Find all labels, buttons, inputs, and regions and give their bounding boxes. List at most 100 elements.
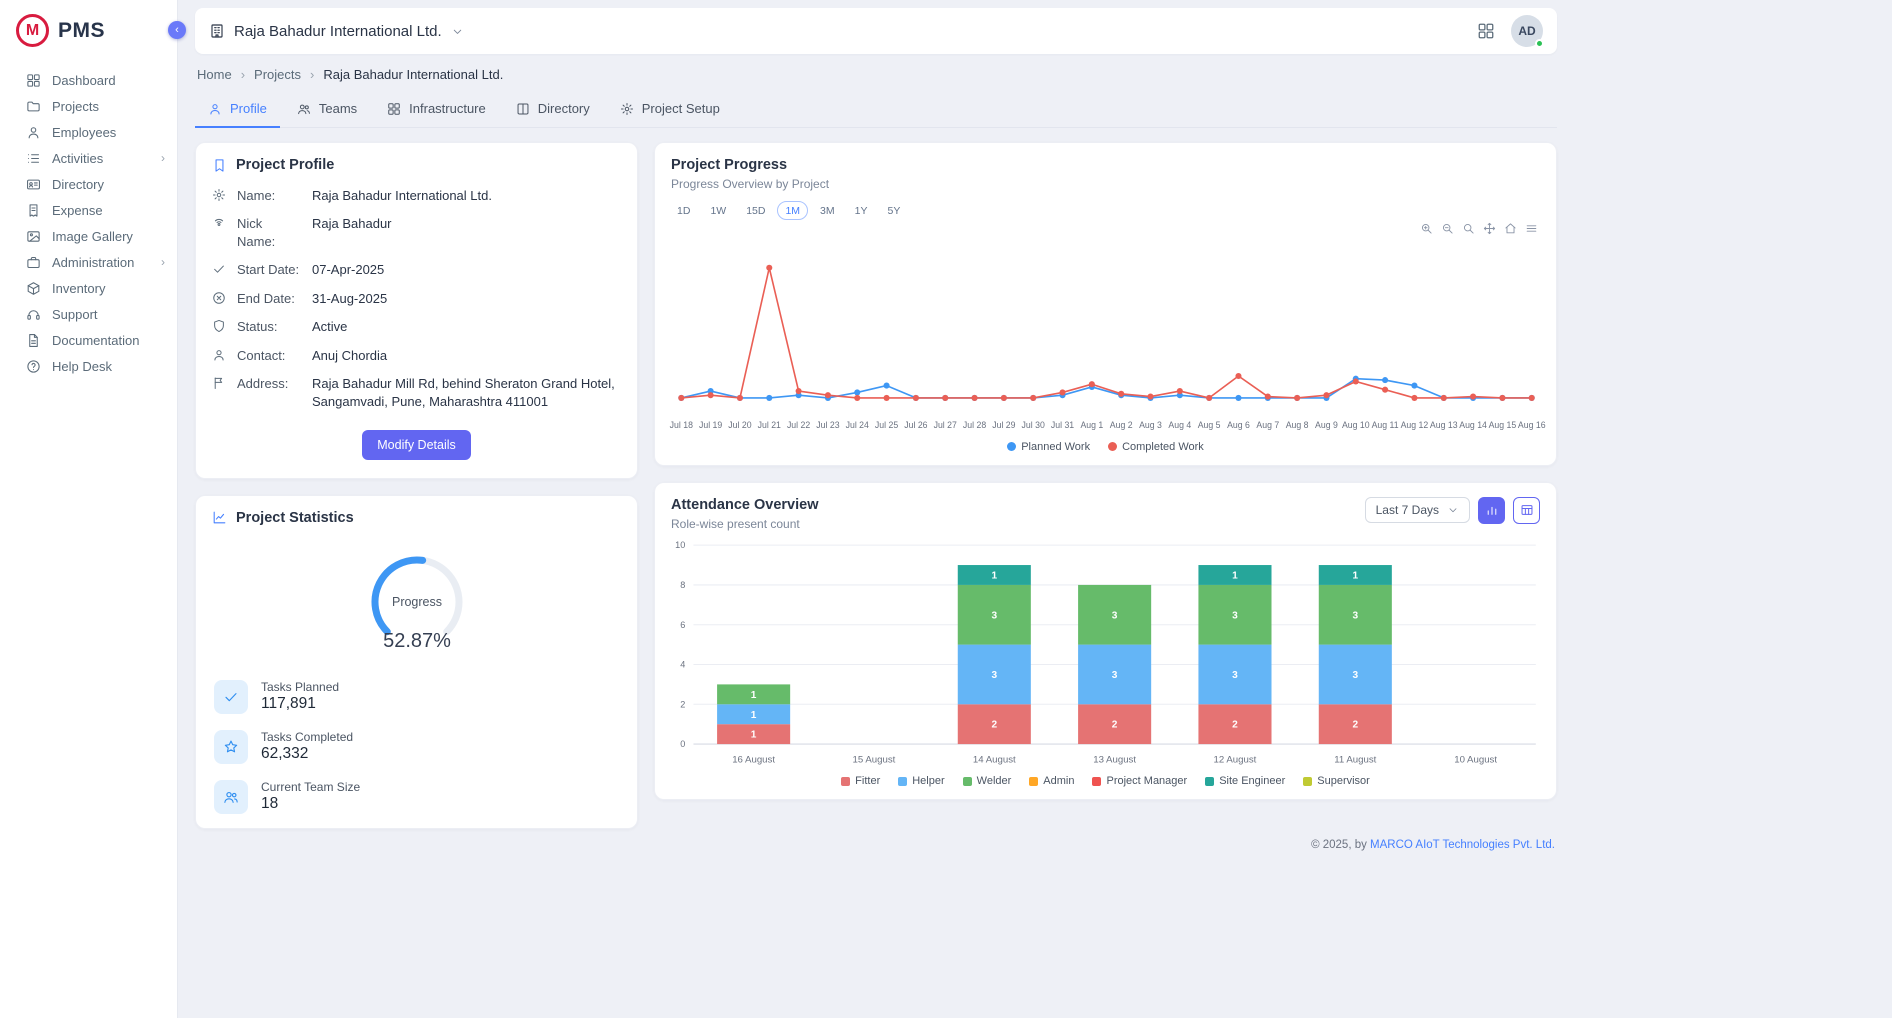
logo-icon: M — [16, 14, 49, 47]
grid-icon — [387, 102, 401, 116]
sidebar-item-label: Support — [52, 307, 98, 322]
range-5y[interactable]: 5Y — [879, 201, 908, 220]
sidebar-item-support[interactable]: Support — [0, 301, 177, 327]
legend-item-fitter[interactable]: Fitter — [841, 775, 880, 787]
app-logo[interactable]: M PMS — [0, 0, 177, 59]
tab-label: Infrastructure — [409, 101, 486, 116]
legend-label: Completed Work — [1122, 441, 1204, 453]
zoom-in-icon[interactable] — [1420, 222, 1433, 235]
range-1d[interactable]: 1D — [669, 201, 698, 220]
legend-swatch — [1092, 777, 1101, 786]
gauge-label: Progress — [391, 595, 441, 609]
svg-text:Jul 29: Jul 29 — [992, 420, 1015, 430]
table-view-toggle[interactable] — [1513, 497, 1540, 524]
tab-project-setup[interactable]: Project Setup — [607, 91, 733, 128]
sidebar-item-administration[interactable]: Administration› — [0, 249, 177, 275]
tab-directory[interactable]: Directory — [503, 91, 603, 128]
breadcrumb-separator: › — [310, 67, 314, 82]
sidebar-item-image-gallery[interactable]: Image Gallery — [0, 223, 177, 249]
sidebar-item-label: Employees — [52, 125, 116, 140]
project-profile-header: Project Profile — [196, 143, 637, 181]
svg-text:Aug 6: Aug 6 — [1227, 420, 1250, 430]
chart-menu-icon[interactable] — [1525, 222, 1538, 235]
sidebar-item-projects[interactable]: Projects — [0, 93, 177, 119]
table-icon — [1520, 503, 1534, 517]
legend-item-admin[interactable]: Admin — [1029, 775, 1074, 787]
company-selector[interactable]: Raja Bahadur International Ltd. — [209, 23, 464, 40]
sidebar-item-dashboard[interactable]: Dashboard — [0, 67, 177, 93]
tab-label: Teams — [319, 101, 357, 116]
legend-swatch — [1108, 442, 1117, 451]
field-label: Start Date: — [237, 261, 301, 279]
sidebar-item-inventory[interactable]: Inventory — [0, 275, 177, 301]
breadcrumb-projects[interactable]: Projects — [254, 67, 301, 82]
svg-text:2: 2 — [680, 699, 685, 709]
avatar[interactable]: AD — [1511, 15, 1543, 47]
project-progress-card: Project Progress Progress Overview by Pr… — [654, 142, 1557, 466]
legend-item-helper[interactable]: Helper — [898, 775, 944, 787]
legend-item-completed-work[interactable]: Completed Work — [1108, 441, 1204, 453]
svg-text:Jul 30: Jul 30 — [1022, 420, 1045, 430]
range-1m[interactable]: 1M — [777, 201, 808, 220]
field-name: Name:Raja Bahadur International Ltd. — [196, 181, 637, 210]
sidebar-collapse-button[interactable]: ‹ — [168, 21, 186, 39]
check-icon — [212, 262, 226, 276]
svg-text:Aug 16: Aug 16 — [1518, 420, 1546, 430]
zoom-select-icon[interactable] — [1462, 222, 1475, 235]
attendance-bar-chart[interactable]: 024681011116 August15 August233114 Augus… — [655, 535, 1556, 770]
tab-teams[interactable]: Teams — [284, 91, 370, 128]
online-status-dot — [1535, 39, 1544, 48]
legend-swatch — [1007, 442, 1016, 451]
sidebar-item-label: Inventory — [52, 281, 105, 296]
list-icon — [26, 151, 41, 166]
sidebar-item-directory[interactable]: Directory — [0, 171, 177, 197]
footer-text: © 2025, by — [1311, 839, 1370, 851]
sidebar-item-help-desk[interactable]: Help Desk — [0, 353, 177, 379]
range-1y[interactable]: 1Y — [847, 201, 876, 220]
legend-item-site-engineer[interactable]: Site Engineer — [1205, 775, 1285, 787]
avatar-initials: AD — [1518, 24, 1535, 38]
content-grid: Project Profile Name:Raja Bahadur Intern… — [195, 142, 1557, 829]
legend-item-planned-work[interactable]: Planned Work — [1007, 441, 1090, 453]
progress-line-chart[interactable]: Jul 18Jul 19Jul 20Jul 21Jul 22Jul 23Jul … — [655, 233, 1556, 436]
range-1w[interactable]: 1W — [702, 201, 734, 220]
svg-text:Jul 26: Jul 26 — [904, 420, 927, 430]
svg-text:12 August: 12 August — [1214, 754, 1257, 765]
legend-item-supervisor[interactable]: Supervisor — [1303, 775, 1370, 787]
sidebar-item-documentation[interactable]: Documentation — [0, 327, 177, 353]
shield-icon — [212, 319, 226, 333]
users-icon — [297, 102, 311, 116]
svg-text:2: 2 — [1112, 720, 1118, 731]
range-15d[interactable]: 15D — [738, 201, 773, 220]
zoom-out-icon[interactable] — [1441, 222, 1454, 235]
sidebar-item-expense[interactable]: Expense — [0, 197, 177, 223]
topbar: Raja Bahadur International Ltd. AD — [195, 8, 1557, 54]
tab-profile[interactable]: Profile — [195, 91, 280, 128]
svg-text:Aug 11: Aug 11 — [1372, 420, 1399, 430]
field-end-date: End Date:31-Aug-2025 — [196, 284, 637, 313]
footer-link[interactable]: MARCO AIoT Technologies Pvt. Ltd. — [1370, 839, 1555, 851]
sidebar-item-employees[interactable]: Employees — [0, 119, 177, 145]
breadcrumb-separator: › — [241, 67, 245, 82]
range-3m[interactable]: 3M — [812, 201, 843, 220]
dashboard-icon — [26, 73, 41, 88]
legend-item-project-manager[interactable]: Project Manager — [1092, 775, 1187, 787]
breadcrumb-home[interactable]: Home — [197, 67, 232, 82]
reset-home-icon[interactable] — [1504, 222, 1517, 235]
chevron-right-icon: › — [161, 151, 165, 165]
bar-view-toggle[interactable] — [1478, 497, 1505, 524]
svg-text:Jul 31: Jul 31 — [1051, 420, 1074, 430]
field-value: Raja Bahadur International Ltd. — [312, 187, 492, 205]
legend-item-welder[interactable]: Welder — [963, 775, 1012, 787]
svg-text:Jul 23: Jul 23 — [816, 420, 839, 430]
gauge-chart: Progress 52.87% — [342, 544, 492, 659]
date-range-select[interactable]: Last 7 Days — [1365, 497, 1470, 523]
apps-grid-icon[interactable] — [1477, 22, 1495, 40]
tab-infrastructure[interactable]: Infrastructure — [374, 91, 499, 128]
modify-details-button[interactable]: Modify Details — [362, 430, 471, 460]
svg-text:Aug 5: Aug 5 — [1198, 420, 1221, 430]
sidebar-item-activities[interactable]: Activities› — [0, 145, 177, 171]
pan-icon[interactable] — [1483, 222, 1496, 235]
svg-text:1: 1 — [751, 730, 757, 741]
tab-bar: Profile Teams Infrastructure Directory P… — [195, 91, 1557, 128]
